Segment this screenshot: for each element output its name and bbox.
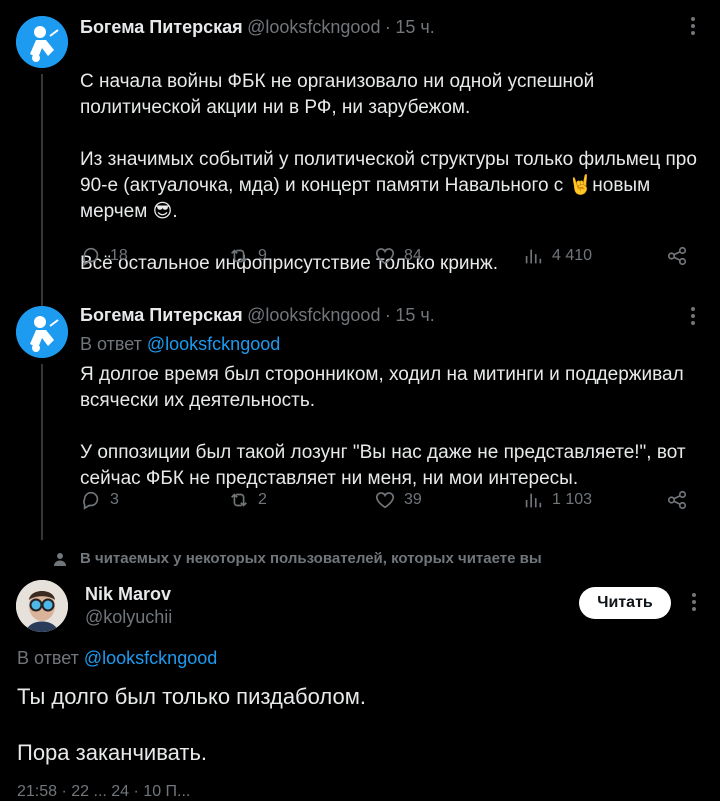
retweet-icon: [231, 493, 247, 507]
like-button[interactable]: 39: [374, 489, 422, 511]
horns-emoji: 🤘: [568, 175, 593, 196]
views-chart-icon: [525, 249, 542, 264]
reply-count: 18: [110, 247, 128, 264]
tweet-header: Богема Питерская @looksfckngood · 15 ч.: [80, 305, 435, 326]
retweet-button[interactable]: 2: [228, 489, 267, 511]
retweet-icon: [231, 249, 247, 263]
cool-emoji: 😎: [152, 201, 173, 222]
tweet-text: С начала войны ФБК не организовало ни од…: [80, 43, 710, 277]
like-count: 84: [404, 247, 422, 264]
separator-dot: ·: [384, 305, 391, 325]
tweet-header: Богема Питерская @looksfckngood · 15 ч.: [80, 17, 435, 38]
reply-mention-link[interactable]: @looksfckngood: [84, 648, 217, 668]
author-name[interactable]: Богема Питерская: [80, 17, 243, 37]
reply-icon: [83, 491, 99, 510]
reply-to-line: В ответ @looksfckngood: [80, 334, 280, 355]
views-count: 4 410: [552, 247, 593, 264]
share-button[interactable]: [666, 245, 688, 267]
thread-line: [41, 74, 43, 296]
follow-button[interactable]: Читать: [579, 587, 671, 619]
views-button[interactable]: 1 103: [522, 489, 592, 511]
heart-icon: [375, 492, 395, 509]
main-tweet-text: Ты долго был только пиздаболом. Пора зак…: [17, 684, 366, 765]
thread-line-top: [41, 290, 43, 306]
like-button[interactable]: 84: [374, 245, 422, 267]
views-chart-icon: [525, 493, 542, 508]
reply-to-line: В ответ @looksfckngood: [17, 648, 217, 669]
reply-button[interactable]: 18: [80, 245, 128, 267]
reply-prefix: В ответ: [80, 334, 147, 354]
reply-icon: [83, 247, 99, 266]
like-count: 39: [404, 491, 422, 508]
share-button[interactable]: [666, 489, 688, 511]
thread-line: [41, 364, 43, 540]
share-icon: [667, 490, 687, 510]
social-context-label: В читаемых у некоторых пользователей, ко…: [80, 550, 542, 567]
more-options-icon[interactable]: [684, 590, 704, 618]
author-name[interactable]: Nik Marov: [85, 584, 171, 605]
author-name[interactable]: Богема Питерская: [80, 305, 243, 325]
social-context: В читаемых у некоторых пользователей, ко…: [52, 550, 542, 567]
more-options-icon[interactable]: [683, 304, 703, 332]
retweet-button[interactable]: 9: [228, 245, 267, 267]
author-handle[interactable]: @kolyuchii: [85, 607, 172, 628]
reply-count: 3: [110, 491, 119, 508]
retweet-count: 9: [258, 247, 267, 264]
tweet-footer-timestamp[interactable]: 21:58 · 22 ... 24 · 10 П...: [17, 783, 190, 801]
avatar-photo-icon: [16, 580, 68, 632]
heart-icon: [375, 248, 395, 265]
reply-mention-link[interactable]: @looksfckngood: [147, 334, 280, 354]
timestamp[interactable]: 15 ч.: [395, 305, 434, 325]
avatar-image-icon: [16, 16, 68, 68]
tweet-text: Я долгое время был сторонником, ходил на…: [80, 364, 686, 489]
more-options-icon[interactable]: [683, 14, 703, 42]
timestamp[interactable]: 15 ч.: [395, 17, 434, 37]
avatar[interactable]: [16, 306, 68, 358]
reply-prefix: В ответ: [17, 648, 84, 668]
avatar[interactable]: [16, 16, 68, 68]
author-handle[interactable]: @looksfckngood: [247, 305, 380, 325]
views-button[interactable]: 4 410: [522, 245, 592, 267]
avatar-image-icon: [16, 306, 68, 358]
retweet-count: 2: [258, 491, 267, 508]
separator-dot: ·: [384, 17, 391, 37]
author-handle[interactable]: @looksfckngood: [247, 17, 380, 37]
avatar[interactable]: [16, 580, 68, 632]
person-icon: [54, 552, 66, 566]
reply-button[interactable]: 3: [80, 489, 119, 511]
views-count: 1 103: [552, 491, 593, 508]
share-icon: [667, 246, 687, 266]
